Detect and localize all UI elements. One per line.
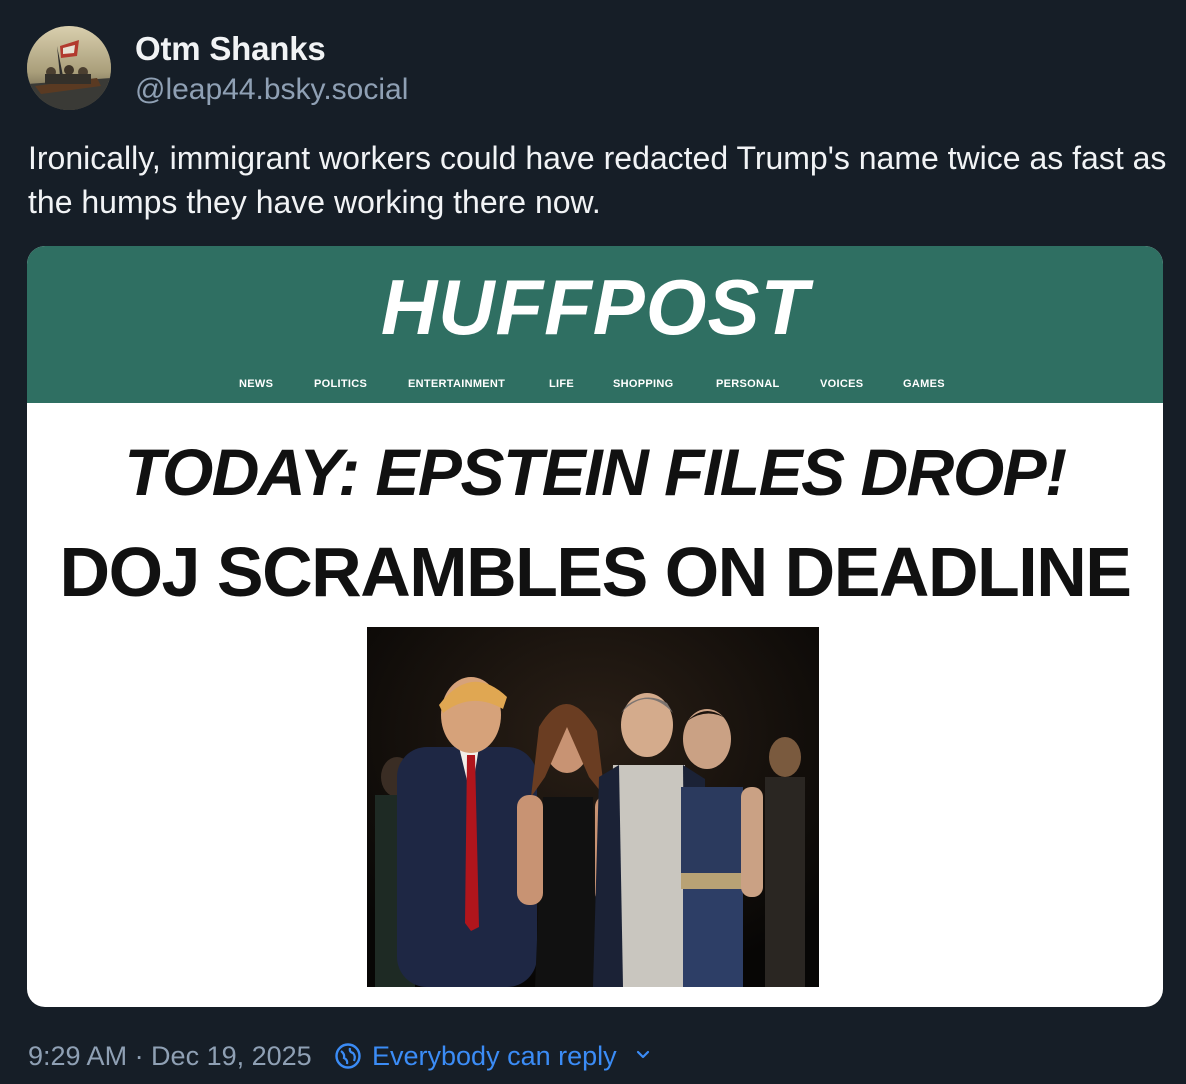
nav-item-personal: PERSONAL: [716, 378, 780, 390]
avatar[interactable]: [27, 26, 111, 110]
nav-item-voices: VOICES: [820, 378, 864, 390]
display-name[interactable]: Otm Shanks: [135, 30, 326, 68]
post-card: Otm Shanks @leap44.bsky.social Ironicall…: [0, 0, 1186, 1084]
huffpost-nav: NEWS POLITICS ENTERTAINMENT LIFE SHOPPIN…: [27, 378, 1163, 392]
huffpost-logo: HUFFPOST: [380, 263, 810, 351]
huffpost-header: HUFFPOST NEWS POLITICS ENTERTAINMENT LIF…: [27, 246, 1163, 403]
news-photo: [367, 627, 819, 987]
chevron-down-icon[interactable]: [634, 1046, 652, 1064]
handle[interactable]: @leap44.bsky.social: [135, 73, 408, 107]
nav-item-entertainment: ENTERTAINMENT: [408, 378, 506, 390]
nav-item-news: NEWS: [239, 378, 274, 390]
timestamp[interactable]: 9:29 AM · Dec 19, 2025: [28, 1038, 312, 1074]
nav-item-politics: POLITICS: [314, 378, 368, 390]
globe-icon[interactable]: [334, 1042, 362, 1070]
post-text: Ironically, immigrant workers could have…: [28, 140, 1167, 220]
reply-setting-button[interactable]: Everybody can reply: [372, 1038, 617, 1074]
nav-item-life: LIFE: [549, 378, 575, 390]
headline-secondary: DOJ SCRAMBLES ON DEADLINE: [59, 533, 1132, 611]
nav-item-games: GAMES: [903, 378, 945, 390]
embedded-image[interactable]: HUFFPOST NEWS POLITICS ENTERTAINMENT LIF…: [27, 246, 1163, 1007]
headline-primary: TODAY: EPSTEIN FILES DROP!: [124, 435, 1067, 509]
nav-item-shopping: SHOPPING: [613, 378, 674, 390]
